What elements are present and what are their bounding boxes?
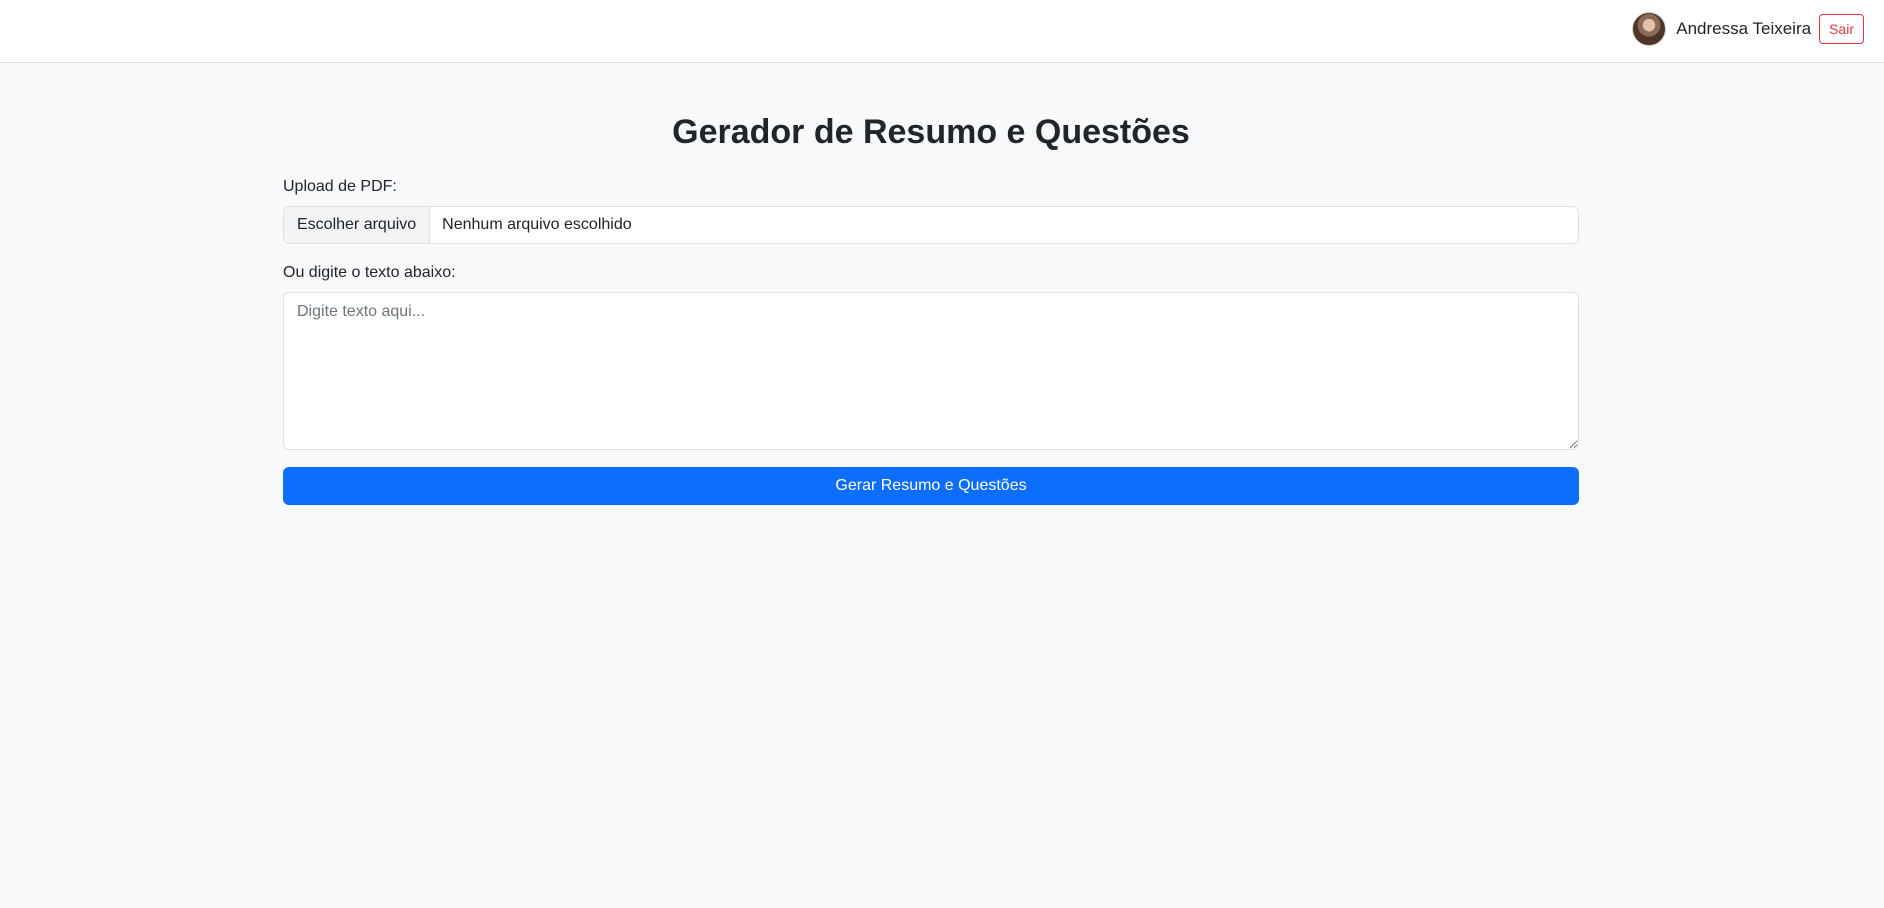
top-navbar: Andressa Teixeira Sair xyxy=(0,0,1884,63)
logout-button[interactable]: Sair xyxy=(1819,14,1864,44)
pdf-file-input[interactable]: Escolher arquivo Nenhum arquivo escolhid… xyxy=(283,206,1579,244)
upload-label: Upload de PDF: xyxy=(283,178,397,195)
file-status-text: Nenhum arquivo escolhido xyxy=(442,216,632,233)
user-menu: Andressa Teixeira Sair xyxy=(1632,12,1864,46)
user-name: Andressa Teixeira xyxy=(1676,19,1812,38)
avatar[interactable] xyxy=(1632,12,1667,46)
choose-file-button[interactable]: Escolher arquivo xyxy=(284,207,431,243)
text-input-label: Ou digite o texto abaixo: xyxy=(283,264,456,281)
page-title: Gerador de Resumo e Questões xyxy=(672,113,1190,151)
generate-button[interactable]: Gerar Resumo e Questões xyxy=(283,467,1579,505)
text-input-area[interactable] xyxy=(283,292,1579,450)
